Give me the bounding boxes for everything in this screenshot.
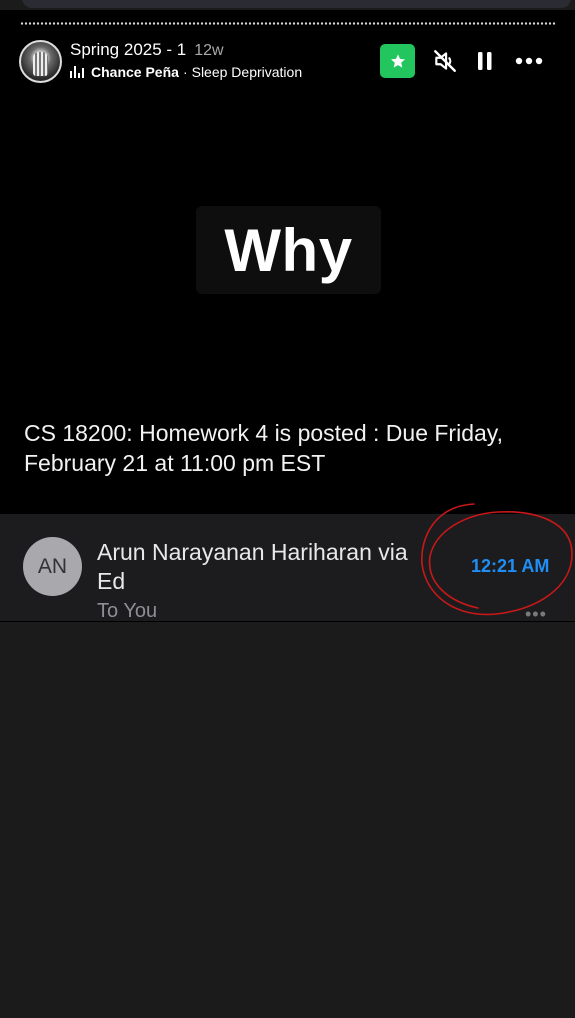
top-strip	[0, 0, 575, 10]
top-bar	[22, 0, 571, 8]
story-progress-bar	[20, 22, 556, 25]
pause-button[interactable]	[468, 44, 502, 78]
audio-bars-icon	[70, 66, 84, 78]
close-friends-star-button[interactable]	[380, 44, 415, 78]
music-artist: Chance Peña	[91, 64, 179, 80]
more-options-button[interactable]	[512, 44, 546, 78]
sender-initials: AN	[37, 554, 68, 578]
email-subject-banner: CS 18200: Homework 4 is posted : Due Fri…	[0, 398, 575, 514]
music-song: Sleep Deprivation	[191, 64, 303, 80]
story-header: Spring 2025 - 1 12w Chance Peña · Sleep D…	[0, 28, 575, 98]
empty-background	[0, 622, 575, 1018]
story-age: 12w	[194, 42, 224, 59]
pause-icon	[478, 52, 492, 70]
email-row: AN Arun Narayanan Hariharan via Ed To Yo…	[0, 514, 575, 621]
more-horizontal-icon	[515, 57, 543, 65]
speaker-muted-icon	[434, 50, 456, 72]
sender-avatar: AN	[23, 537, 82, 596]
sticker-text: Why	[224, 216, 353, 284]
email-subject: CS 18200: Homework 4 is posted : Due Fri…	[24, 420, 503, 476]
story-title-line: Spring 2025 - 1 12w	[70, 40, 224, 60]
email-time: 12:21 AM	[471, 556, 550, 576]
music-separator: ·	[182, 64, 188, 80]
star-icon	[390, 54, 405, 68]
sender-name: Arun Narayanan Hariharan via Ed	[97, 539, 408, 594]
music-info[interactable]: Chance Peña · Sleep Deprivation	[70, 64, 302, 80]
story-title: Spring 2025 - 1	[70, 40, 187, 59]
mute-button[interactable]	[428, 44, 462, 78]
story-avatar[interactable]	[19, 40, 62, 83]
recipient-label: To You	[97, 600, 158, 621]
email-more-icon: •••	[525, 604, 547, 621]
text-sticker: Why	[196, 206, 381, 294]
